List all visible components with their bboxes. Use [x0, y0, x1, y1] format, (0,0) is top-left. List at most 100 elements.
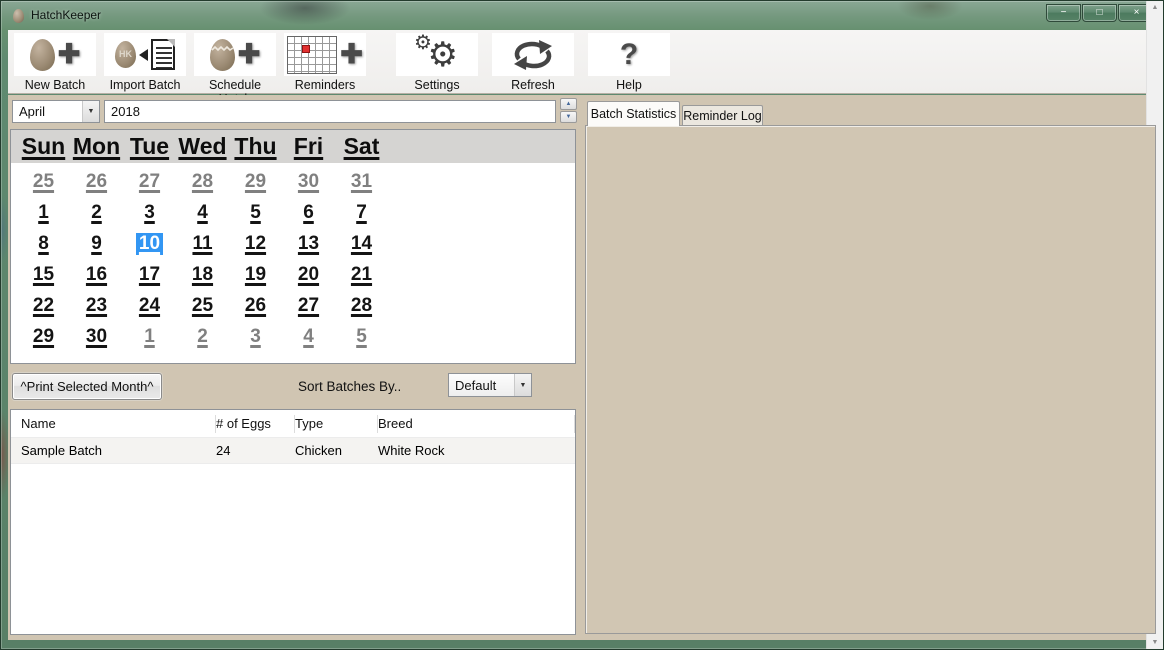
chevron-down-icon: ▼ [82, 101, 99, 122]
year-spinner: ▲ ▼ [560, 98, 577, 123]
calendar-day[interactable]: 15 [17, 259, 70, 290]
hatchkeeper-window: HatchKeeper − □ × ✚ New Batch HK Import … [0, 0, 1164, 650]
calendar-day[interactable]: 16 [70, 259, 123, 290]
calendar-day[interactable]: 24 [123, 290, 176, 321]
batch-table-cell: Chicken [295, 443, 378, 458]
maximize-button[interactable]: □ [1082, 4, 1117, 22]
calendar-day[interactable]: 20 [282, 259, 335, 290]
import-batch-button[interactable]: HK Import Batch [102, 30, 188, 92]
calendar-day-number: 22 [33, 295, 54, 317]
window-controls: − □ × [1045, 4, 1155, 22]
calendar-day[interactable]: 25 [176, 290, 229, 321]
calendar-day[interactable]: 27 [282, 290, 335, 321]
calendar-day-number: 5 [356, 326, 367, 348]
calendar-day[interactable]: 31 [335, 166, 388, 197]
new-batch-button[interactable]: ✚ New Batch [12, 30, 98, 92]
calendar-day[interactable]: 1 [17, 197, 70, 228]
calendar-day[interactable]: 8 [17, 228, 70, 259]
calendar-day-number: 11 [192, 233, 212, 255]
calendar-day[interactable]: 17 [123, 259, 176, 290]
calendar-day[interactable]: 18 [176, 259, 229, 290]
calendar-day[interactable]: 14 [335, 228, 388, 259]
calendar-day[interactable]: 6 [282, 197, 335, 228]
calendar-day[interactable]: 12 [229, 228, 282, 259]
calendar-day[interactable]: 27 [123, 166, 176, 197]
calendar-day[interactable]: 30 [282, 166, 335, 197]
scroll-down-icon[interactable]: ▼ [1152, 639, 1159, 646]
tab-reminder-log[interactable]: Reminder Log [682, 105, 763, 126]
calendar-day[interactable]: 26 [70, 166, 123, 197]
calendar-day[interactable]: 26 [229, 290, 282, 321]
reminders-button[interactable]: ✚ Reminders [282, 30, 368, 92]
calendar-day[interactable]: 30 [70, 321, 123, 352]
batch-table-column-header[interactable]: # of Eggs [216, 415, 295, 433]
calendar-day-number: 14 [351, 233, 372, 255]
year-input[interactable]: 2018 [104, 100, 556, 123]
calendar-day-number: 25 [33, 171, 54, 193]
batch-table-body: Sample Batch24ChickenWhite Rock [11, 438, 575, 464]
calendar-day-number: 1 [144, 326, 155, 348]
print-selected-month-button[interactable]: ^Print Selected Month^ [12, 373, 162, 400]
batch-table-header: Name# of EggsTypeBreed [11, 410, 575, 438]
calendar-day-number: 27 [298, 295, 319, 317]
calendar-day[interactable]: 2 [70, 197, 123, 228]
calendar-day-number: 27 [139, 171, 160, 193]
calendar-day-number: 20 [298, 264, 319, 286]
calendar-day[interactable]: 28 [176, 166, 229, 197]
calendar-day[interactable]: 13 [282, 228, 335, 259]
scroll-up-icon[interactable]: ▲ [1152, 4, 1159, 11]
calendar-day-headers: SunMonTueWedThuFriSat [11, 130, 575, 163]
calendar-day[interactable]: 9 [70, 228, 123, 259]
calendar-day[interactable]: 10 [123, 228, 176, 259]
batch-table-column-header[interactable]: Type [295, 415, 378, 433]
help-button[interactable]: ? Help [586, 30, 672, 92]
calendar-day[interactable]: 25 [17, 166, 70, 197]
batch-table-row[interactable]: Sample Batch24ChickenWhite Rock [11, 438, 575, 464]
batch-table-cell: Sample Batch [11, 443, 216, 458]
calendar-day-number: 15 [33, 264, 54, 286]
calendar-day-number: 18 [192, 264, 213, 286]
batch-table-column-header[interactable]: Name [11, 415, 216, 433]
calendar-day[interactable]: 5 [335, 321, 388, 352]
sort-select[interactable]: Default ▼ [448, 373, 532, 397]
calendar-day[interactable]: 29 [229, 166, 282, 197]
refresh-button[interactable]: Refresh [490, 30, 576, 92]
calendar-day-number: 26 [245, 295, 266, 317]
calendar-day[interactable]: 3 [123, 197, 176, 228]
minimize-button[interactable]: − [1046, 4, 1081, 22]
calendar-day-number: 28 [192, 171, 213, 193]
calendar-day[interactable]: 19 [229, 259, 282, 290]
plus-icon: ✚ [340, 41, 363, 68]
calendar-day[interactable]: 22 [17, 290, 70, 321]
calendar-day[interactable]: 7 [335, 197, 388, 228]
calendar-day[interactable]: 1 [123, 321, 176, 352]
calendar-day[interactable]: 11 [176, 228, 229, 259]
calendar-day[interactable]: 4 [282, 321, 335, 352]
mini-calendar-icon [287, 36, 337, 74]
calendar-day-number: 26 [86, 171, 107, 193]
settings-button[interactable]: ⚙⚙ Settings [394, 30, 480, 92]
calendar-day-number: 30 [298, 171, 319, 193]
tab-batch-statistics[interactable]: Batch Statistics [587, 101, 680, 126]
calendar-day[interactable]: 2 [176, 321, 229, 352]
calendar-day-header: Sun [17, 133, 70, 160]
calendar-day[interactable]: 4 [176, 197, 229, 228]
spinner-up-icon[interactable]: ▲ [560, 98, 577, 110]
batch-table-column-header[interactable]: Breed [378, 415, 575, 433]
calendar-day[interactable]: 21 [335, 259, 388, 290]
calendar-day-number: 4 [197, 202, 208, 224]
plus-icon: ✚ [238, 41, 261, 68]
calendar-day[interactable]: 28 [335, 290, 388, 321]
spinner-down-icon[interactable]: ▼ [560, 111, 577, 123]
calendar-day[interactable]: 5 [229, 197, 282, 228]
egg-icon [30, 39, 55, 71]
titlebar[interactable]: HatchKeeper − □ × [0, 0, 1164, 30]
calendar-day[interactable]: 29 [17, 321, 70, 352]
calendar-day-number: 23 [86, 295, 107, 317]
app-egg-icon [13, 9, 24, 23]
calendar-day[interactable]: 3 [229, 321, 282, 352]
batch-table-cell: White Rock [378, 443, 575, 458]
calendar-day[interactable]: 23 [70, 290, 123, 321]
month-select[interactable]: April ▼ [12, 100, 100, 123]
batch-table-cell: 24 [216, 443, 295, 458]
